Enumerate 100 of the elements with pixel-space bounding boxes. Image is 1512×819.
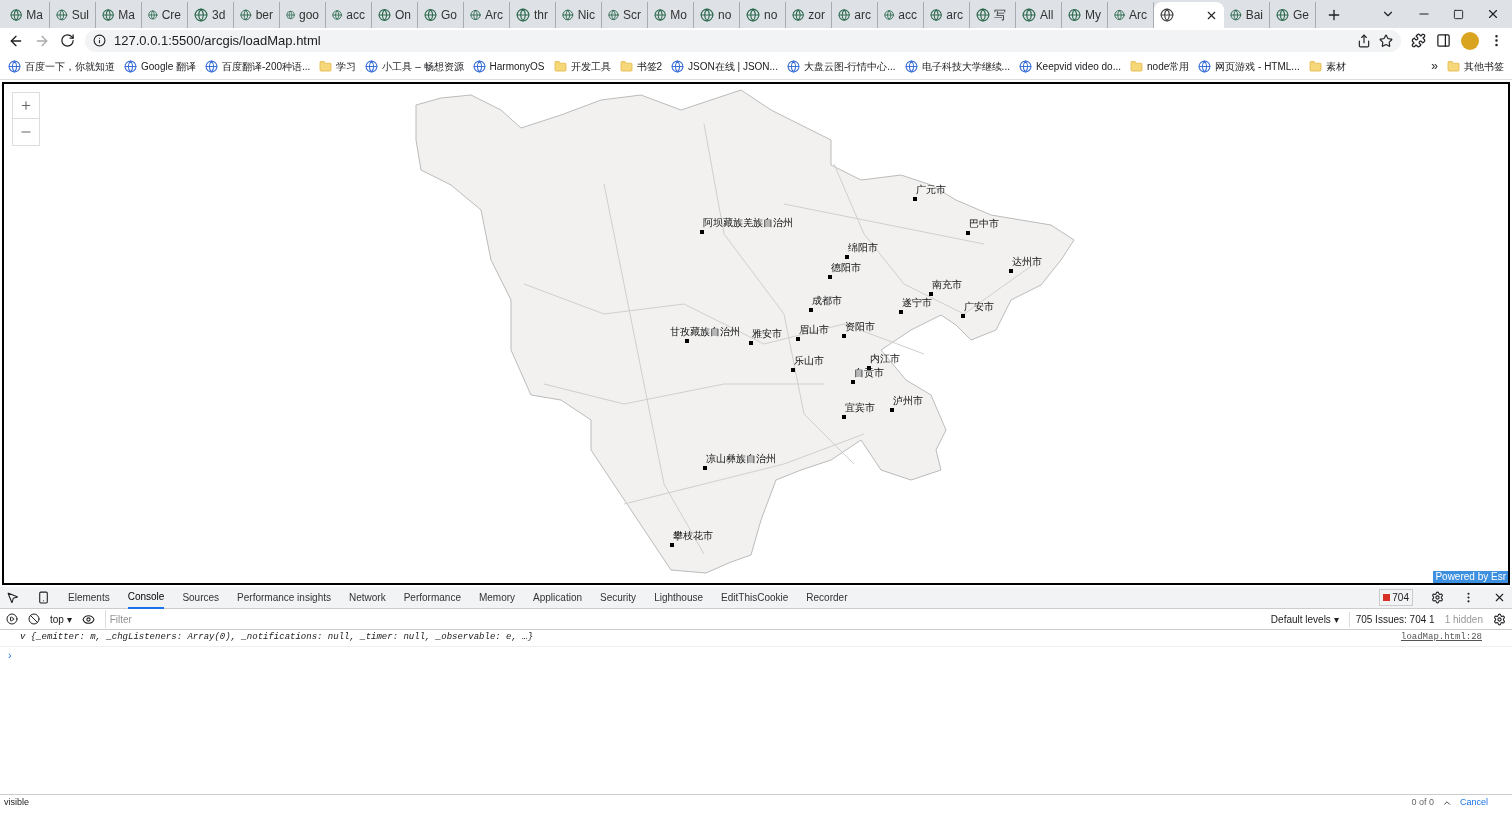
browser-tab[interactable]: Ge xyxy=(1270,2,1316,28)
browser-tab[interactable]: Arc xyxy=(464,2,510,28)
devtools-tab[interactable]: Sources xyxy=(182,586,220,609)
browser-tab[interactable]: 3d xyxy=(188,2,234,28)
devtools-tab[interactable]: Console xyxy=(127,586,165,609)
address-bar[interactable]: 127.0.0.1:5500/arcgis/loadMap.html xyxy=(85,29,1401,52)
browser-tab[interactable]: Ma xyxy=(4,2,50,28)
close-icon[interactable] xyxy=(1493,591,1506,604)
bookmark[interactable]: 其他书签 xyxy=(1447,58,1504,74)
devtools-tab[interactable]: Recorder xyxy=(806,586,848,609)
city-label: 成都市 xyxy=(812,296,842,306)
close-icon[interactable] xyxy=(1486,7,1500,21)
browser-tab[interactable]: Go xyxy=(418,2,464,28)
bookmark[interactable]: 素材 xyxy=(1308,58,1346,74)
browser-tab[interactable]: Mo xyxy=(648,2,694,28)
error-badge[interactable]: 704 xyxy=(1379,589,1413,606)
browser-tab[interactable]: 写 xyxy=(970,2,1016,28)
browser-tab[interactable]: ber xyxy=(234,2,280,28)
find-field[interactable]: visible xyxy=(4,796,1404,810)
browser-tab[interactable]: thr xyxy=(510,2,556,28)
browser-tab[interactable]: My xyxy=(1062,2,1108,28)
browser-tab[interactable]: arc xyxy=(832,2,878,28)
devtools-tab[interactable]: Performance xyxy=(403,586,461,609)
bookmark[interactable]: 开发工具 xyxy=(553,58,611,74)
browser-tab[interactable] xyxy=(1154,2,1224,28)
context-select[interactable]: top ▾ xyxy=(50,611,72,627)
bookmark[interactable]: 学习 xyxy=(319,58,357,74)
devtools-tab[interactable]: Performance insights xyxy=(237,586,331,609)
browser-tab[interactable]: Nic xyxy=(556,2,602,28)
star-icon[interactable] xyxy=(1379,33,1393,48)
match-count: 0 of 0 xyxy=(1411,796,1434,810)
side-panel-icon[interactable] xyxy=(1436,33,1451,48)
devtools-tab[interactable]: Elements xyxy=(68,586,110,609)
city-label: 凉山彝族自治州 xyxy=(706,454,776,464)
bookmark[interactable]: Keepvid video do... xyxy=(1018,58,1121,74)
settings-icon[interactable] xyxy=(1493,612,1506,626)
console-prompt[interactable]: › xyxy=(0,647,1512,664)
clear-icon[interactable] xyxy=(28,613,40,625)
city-marker xyxy=(845,255,849,259)
source-link[interactable]: loadMap.html:28 xyxy=(1401,631,1492,645)
bookmark[interactable]: 网页游戏 - HTML... xyxy=(1198,58,1300,74)
globe-icon xyxy=(884,8,895,22)
devtools-tab[interactable]: Application xyxy=(533,586,582,609)
inspect-icon[interactable] xyxy=(6,591,19,604)
browser-tab[interactable]: Bai xyxy=(1224,2,1270,28)
globe-icon xyxy=(56,8,68,22)
new-tab-icon[interactable] xyxy=(1326,7,1342,23)
restore-icon[interactable] xyxy=(1453,8,1464,20)
bookmark[interactable]: HarmonyOS xyxy=(472,58,545,74)
devtools-tab[interactable]: Security xyxy=(600,586,637,609)
globe-icon xyxy=(240,8,252,22)
browser-tab[interactable]: Cre xyxy=(142,2,188,28)
eye-icon[interactable] xyxy=(81,612,95,626)
devtools-tab[interactable]: Lighthouse xyxy=(654,586,704,609)
bookmark[interactable]: Google 翻译 xyxy=(124,58,197,74)
sidebar-toggle-icon[interactable] xyxy=(6,613,18,625)
bookmark[interactable]: 小工具 – 畅想资源 xyxy=(365,58,464,74)
globe-icon xyxy=(654,8,667,22)
settings-icon[interactable] xyxy=(1431,591,1444,604)
bookmark[interactable]: 书签2 xyxy=(619,58,663,74)
browser-tab[interactable]: On xyxy=(372,2,418,28)
browser-tab[interactable]: Scr xyxy=(602,2,648,28)
globe-icon xyxy=(700,8,714,22)
console-message[interactable]: v {_emitter: m, _chgListeners: Array(0), _notifications: null, _timer: null, _observable: e, …} xyxy=(20,631,534,645)
devtools-tab[interactable]: Memory xyxy=(478,586,516,609)
issues-button[interactable]: 705 Issues: 704 1 xyxy=(1348,611,1435,627)
devtools-tab[interactable]: EditThisCookie xyxy=(721,586,789,609)
filter-field[interactable]: Filter xyxy=(104,610,1261,628)
browser-tab[interactable]: Ma xyxy=(96,2,142,28)
bookmark[interactable]: 百度一下，你就知道 xyxy=(8,58,115,74)
devtools-tab[interactable]: Network xyxy=(349,586,386,609)
previous-icon[interactable] xyxy=(1442,798,1452,808)
city-label: 乐山市 xyxy=(794,356,824,366)
extensions-icon[interactable] xyxy=(1411,33,1426,48)
levels-select[interactable]: Default levels ▾ xyxy=(1270,611,1339,627)
browser-tab[interactable]: Sul xyxy=(50,2,96,28)
city-marker xyxy=(851,380,855,384)
globe-icon xyxy=(516,8,530,22)
bookmark[interactable]: 大盘云图-行情中心... xyxy=(786,58,896,74)
browser-tab[interactable]: All xyxy=(1016,2,1062,28)
more-bookmarks[interactable]: » xyxy=(1431,57,1438,75)
bookmark[interactable]: 电子科技大学继续... xyxy=(904,58,1010,74)
browser-tab[interactable]: zor xyxy=(786,2,832,28)
browser-tab[interactable]: acc xyxy=(878,2,924,28)
bookmark[interactable]: JSON在线 | JSON... xyxy=(671,58,778,74)
browser-tab[interactable]: acc xyxy=(326,2,372,28)
reload-icon[interactable] xyxy=(60,33,75,48)
browser-tab[interactable]: no xyxy=(740,2,786,28)
globe-icon xyxy=(1068,8,1081,22)
globe-icon xyxy=(1114,8,1125,22)
bookmark[interactable]: node常用 xyxy=(1130,58,1190,74)
browser-tab[interactable]: no xyxy=(694,2,740,28)
browser-tab[interactable]: goo xyxy=(280,2,326,28)
cancel-button[interactable]: Cancel xyxy=(1460,796,1508,810)
browser-tab[interactable]: arc xyxy=(924,2,970,28)
bookmark[interactable]: 百度翻译-200种语... xyxy=(205,58,311,74)
device-icon[interactable] xyxy=(37,591,50,604)
globe-icon xyxy=(1230,8,1242,22)
globe-icon xyxy=(608,8,619,22)
share-icon[interactable] xyxy=(1357,33,1371,48)
